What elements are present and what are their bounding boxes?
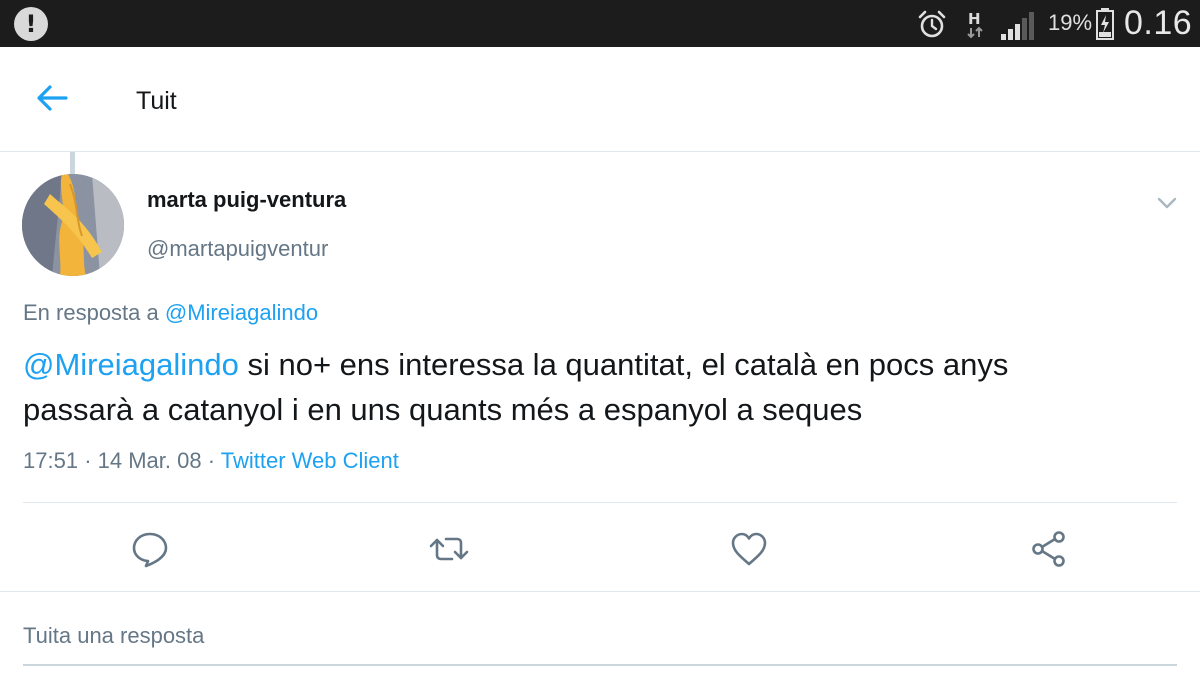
meta-separator: ·	[207, 448, 216, 473]
tweet-date: 14 Mar. 08	[97, 448, 202, 473]
avatar[interactable]	[22, 174, 124, 276]
divider	[23, 502, 1177, 503]
reply-prefix: En resposta a	[23, 300, 159, 325]
hspa-network-icon: H	[967, 10, 983, 39]
like-button[interactable]	[728, 528, 770, 570]
retweet-icon	[429, 537, 469, 561]
alarm-clock-icon	[918, 10, 946, 38]
battery-charging-icon	[1096, 8, 1114, 40]
reply-button[interactable]	[129, 528, 171, 570]
reply-placeholder: Tuita una resposta	[23, 623, 205, 648]
svg-text:H: H	[968, 10, 981, 28]
page-title: Tuit	[136, 87, 177, 115]
tweet-time: 17:51	[23, 448, 79, 473]
tweet-text: @Mireiagalindo si no+ ens interessa la q…	[23, 342, 1173, 432]
chevron-down-icon	[1157, 197, 1177, 209]
share-icon	[1032, 531, 1065, 567]
retweet-button[interactable]	[428, 528, 470, 570]
author-name[interactable]: marta puig-ventura	[147, 187, 346, 213]
thread-connector-line	[70, 152, 75, 174]
meta-separator: ·	[84, 448, 92, 473]
author-handle[interactable]: @martapuigventur	[147, 236, 328, 262]
heart-icon	[731, 532, 767, 566]
tweet-text-line2: passarà a catanyol i en uns quants més a…	[23, 392, 863, 427]
tweet-meta: 17:51 · 14 Mar. 08 · Twitter Web Client	[23, 448, 399, 474]
reply-input[interactable]: Tuita una resposta	[23, 592, 1177, 666]
reply-target-link[interactable]: @Mireiagalindo	[165, 300, 318, 325]
status-bar: ! H 19% 0.16	[0, 0, 1200, 47]
avatar-image	[22, 174, 124, 276]
tweet-source-link[interactable]: Twitter Web Client	[221, 448, 399, 473]
alert-circle-icon: !	[14, 7, 48, 41]
mention-link[interactable]: @Mireiagalindo	[23, 347, 239, 382]
arrow-left-icon	[37, 85, 68, 111]
tweet-options-button[interactable]	[1154, 190, 1180, 216]
comment-icon	[132, 532, 168, 568]
share-button[interactable]	[1028, 528, 1070, 570]
tweet-text-line1: si no+ ens interessa la quantitat, el ca…	[247, 347, 1009, 382]
back-button[interactable]	[30, 75, 76, 121]
signal-bars-icon	[1001, 12, 1034, 40]
reply-context: En resposta a @Mireiagalindo	[23, 300, 318, 326]
battery-percentage: 19%	[1048, 10, 1093, 35]
clock-time: 0.16	[1124, 4, 1193, 42]
top-app-bar: Tuit	[0, 47, 1200, 152]
